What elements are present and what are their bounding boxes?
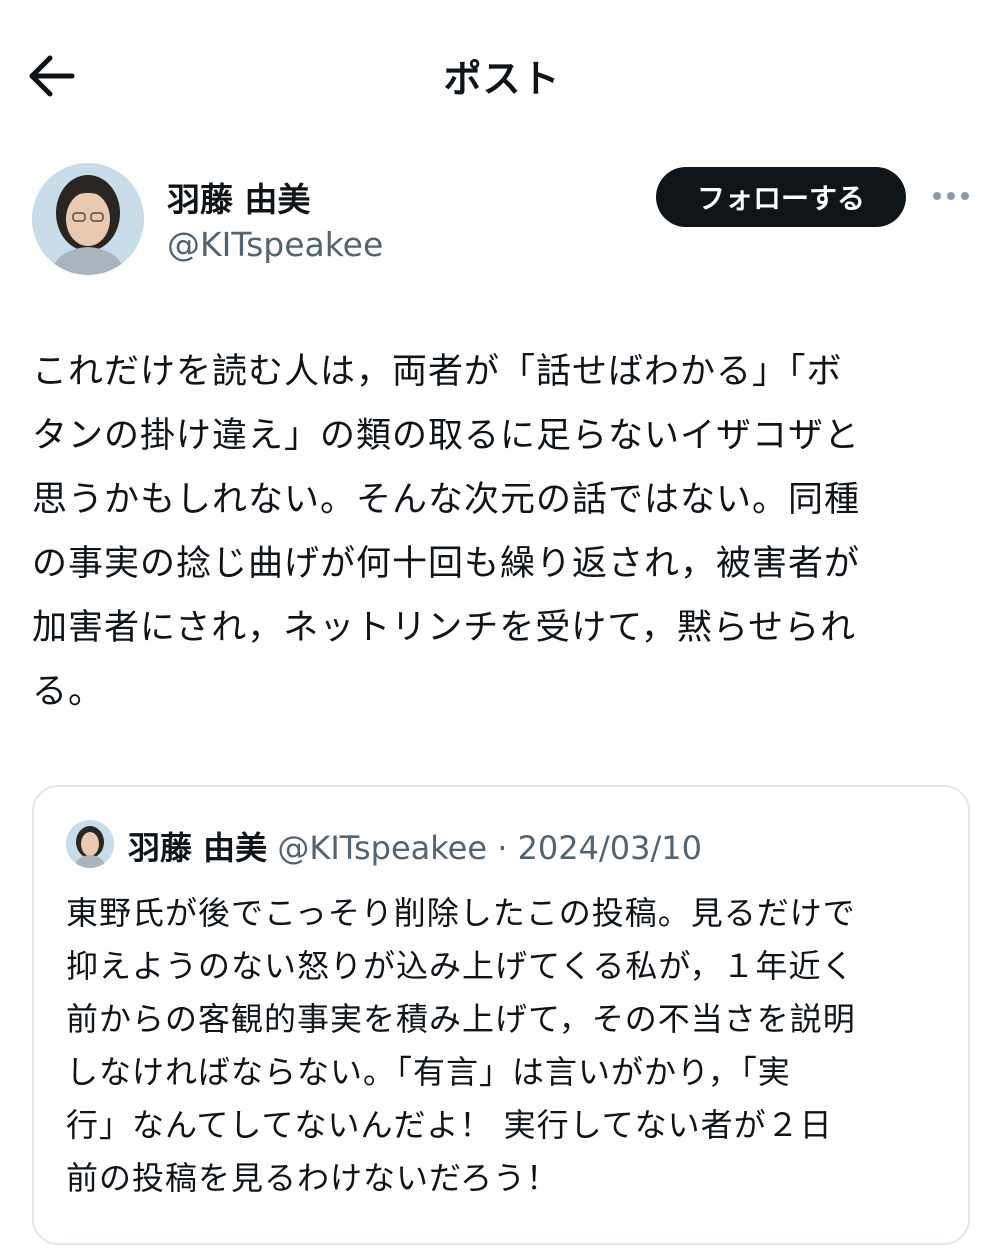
post-author: 羽藤 由美 @KITspeakee フォローする (32, 163, 972, 283)
quoted-date: 2024/03/10 (517, 829, 702, 867)
author-handle[interactable]: @KITspeakee (167, 225, 383, 264)
avatar[interactable] (32, 163, 144, 275)
post-text: これだけを読む人は，両者が「話せばわかる」「ボ タンの掛け違え」の類の取るに足ら… (32, 352, 861, 712)
follow-button[interactable]: フォローする (656, 167, 906, 227)
quoted-display-name: 羽藤 由美 (128, 829, 268, 867)
quoted-handle: @KITspeakee (277, 829, 488, 867)
separator-dot: · (497, 829, 508, 867)
quoted-text: 東野氏が後でこっそり削除したこの投稿。見るだけで 抑えようのない怒りが込み上げて… (66, 894, 856, 1197)
header-bar: ポスト (0, 0, 1004, 150)
more-horizontal-icon[interactable] (930, 181, 972, 211)
quoted-meta: 羽藤 由美 @KITspeakee · 2024/03/10 (128, 823, 702, 869)
quoted-post[interactable]: 羽藤 由美 @KITspeakee · 2024/03/10 東野氏が後でこっそ… (32, 785, 970, 1245)
page-title: ポスト (443, 57, 561, 101)
quoted-avatar (66, 820, 114, 868)
author-display-name[interactable]: 羽藤 由美 (167, 173, 311, 221)
